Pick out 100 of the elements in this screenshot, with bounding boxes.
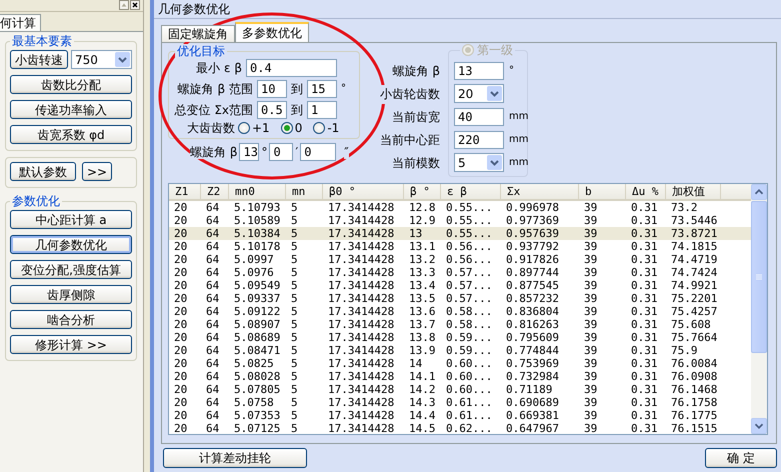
table-cell-text: 17.3414428 xyxy=(327,305,396,318)
table-cell-text: 17.3414428 xyxy=(327,383,396,396)
table-cell-text: 0.31 xyxy=(630,331,658,344)
table-cell-text: 5 xyxy=(290,344,299,357)
speed-dropdown[interactable]: 750 xyxy=(71,50,132,69)
table-cell-text: 0.31 xyxy=(630,266,658,279)
input-field[interactable]: 10 xyxy=(257,80,287,98)
table-cell-text: 5.08028 xyxy=(233,370,282,383)
sidebar-button[interactable]: 啮合分析 xyxy=(10,310,132,329)
table-cell-text: 0.836804 xyxy=(505,305,560,318)
table-cell-text: 0.31 xyxy=(630,227,658,240)
input-field[interactable]: 0.5 xyxy=(257,100,287,118)
table-cell-text: 0.753969 xyxy=(505,357,560,370)
table-cell-text: 0.937792 xyxy=(505,240,560,253)
sidebar-button[interactable]: 几何参数优化 xyxy=(10,235,132,254)
input-field[interactable]: 0.4 xyxy=(246,58,337,76)
table-cell-text: 5 xyxy=(290,253,299,266)
column-header[interactable]: 加权值 xyxy=(666,184,721,199)
range-separator: 到 xyxy=(291,82,303,96)
table-cell-text: 13.2 xyxy=(408,253,436,266)
ok-button[interactable]: 确 定 xyxy=(705,448,777,468)
table-cell-text: 0.857232 xyxy=(505,292,560,305)
table-cell-text: 64 xyxy=(205,422,220,434)
scroll-down-icon[interactable] xyxy=(751,418,767,434)
table-cell-text: 17.3414428 xyxy=(327,266,396,279)
column-header[interactable]: β ° xyxy=(404,184,441,199)
sidebar-button[interactable]: 传递功率输入 xyxy=(10,100,132,119)
table-cell-text: 76.1515 xyxy=(670,422,718,434)
table-cell-text: 0.58... xyxy=(445,305,494,318)
table-cell-text: 0.31 xyxy=(630,318,658,331)
radio-option[interactable]: 0 xyxy=(280,121,310,135)
table-cell-text: 5 xyxy=(290,370,299,383)
column-header[interactable]: ε β xyxy=(441,184,501,199)
column-header[interactable]: Σx xyxy=(501,184,579,199)
table-cell-text: 76.0084 xyxy=(670,357,718,370)
table-cell-text: 0.31 xyxy=(630,383,658,396)
table-cell-text: 20 xyxy=(173,266,188,279)
column-header[interactable]: β0 ° xyxy=(323,184,404,199)
table-cell-text: 5 xyxy=(290,357,299,370)
sidebar-button[interactable]: 齿数比分配 xyxy=(10,75,132,94)
table-cell-text: 5 xyxy=(290,266,299,279)
default-params-button[interactable]: 默认参数 xyxy=(10,162,76,181)
table-cell-text: 0.59... xyxy=(445,344,494,357)
table-cell-text: 0.57... xyxy=(445,292,494,305)
table-cell-text: 39 xyxy=(583,214,598,227)
radio-option[interactable]: -1 xyxy=(313,121,348,135)
more-button[interactable]: >> xyxy=(82,162,112,181)
table-cell-text: 17.3414428 xyxy=(327,318,396,331)
speed-button[interactable]: 小齿转速 xyxy=(10,50,68,69)
sidebar-button[interactable]: 齿宽系数 φd xyxy=(10,125,132,144)
sidebar-button[interactable]: 修形计算 >> xyxy=(10,335,132,354)
table-cell-text: 39 xyxy=(583,292,598,305)
table-cell-text: 17.3414428 xyxy=(327,331,396,344)
table-cell-text: 39 xyxy=(583,344,598,357)
tab[interactable]: 多参数优化 xyxy=(235,22,309,42)
range-separator: 到 xyxy=(291,102,303,116)
table-cell-text: 64 xyxy=(205,214,220,227)
table-cell-text: 5 xyxy=(290,318,299,331)
table-cell-text: 5 xyxy=(290,227,299,240)
sidebar-tab[interactable]: 何计算 xyxy=(0,14,41,31)
unit-label: mm xyxy=(509,156,528,168)
table-cell-text: 5.07353 xyxy=(233,409,282,422)
scroll-up-icon[interactable] xyxy=(751,184,767,200)
column-header[interactable]: b xyxy=(579,184,626,199)
table-cell-text: 76.1775 xyxy=(670,409,718,422)
table-cell-text: 5.10793 xyxy=(233,201,282,214)
input-field[interactable]: 0 xyxy=(300,143,336,161)
table-cell-text: 64 xyxy=(205,266,220,279)
input-field[interactable]: 15 xyxy=(307,80,337,98)
input-field[interactable]: 0 xyxy=(269,143,294,161)
table-cell-text: 20 xyxy=(173,409,188,422)
table-cell-text: 14.5 xyxy=(408,422,436,434)
table-cell-text: 64 xyxy=(205,240,220,253)
sidebar-button[interactable]: 齿厚侧隙 xyxy=(10,285,132,304)
close-icon[interactable] xyxy=(130,0,140,10)
table-cell-text: 39 xyxy=(583,305,598,318)
table-cell-text: 14.3 xyxy=(408,396,436,409)
table-cell-text: 13.1 xyxy=(408,240,436,253)
input-field[interactable]: 13 xyxy=(239,143,260,161)
calculate-button[interactable]: 计算差动挂轮 xyxy=(163,448,307,468)
sidebar-button[interactable]: 变位分配,强度估算 xyxy=(10,260,132,279)
radio-option[interactable]: +1 xyxy=(238,121,278,135)
table-cell-text: 0.31 xyxy=(630,253,658,266)
table-cell-text: 5.0997 xyxy=(233,253,275,266)
column-header[interactable]: mn0 xyxy=(229,184,286,199)
table-cell-text: 13.9 xyxy=(408,344,436,357)
sidebar-button[interactable]: 中心距计算 a xyxy=(10,210,132,229)
table-cell-text: 5 xyxy=(290,396,299,409)
column-header[interactable]: mn xyxy=(286,184,323,199)
window-title: 几何参数优化 xyxy=(154,0,781,19)
table-cell-text: 64 xyxy=(205,383,220,396)
column-header[interactable]: Z1 xyxy=(169,184,201,199)
column-header[interactable]: Δu % xyxy=(626,184,666,199)
table-cell-text: 14 xyxy=(408,357,424,370)
table-cell-text: 64 xyxy=(205,253,220,266)
scrollbar-thumb[interactable] xyxy=(751,201,767,353)
column-header[interactable]: Z2 xyxy=(201,184,229,199)
tab[interactable]: 固定螺旋角 xyxy=(161,25,235,42)
input-field[interactable]: 1 xyxy=(307,100,337,118)
table-cell-text: 5.08471 xyxy=(233,344,282,357)
